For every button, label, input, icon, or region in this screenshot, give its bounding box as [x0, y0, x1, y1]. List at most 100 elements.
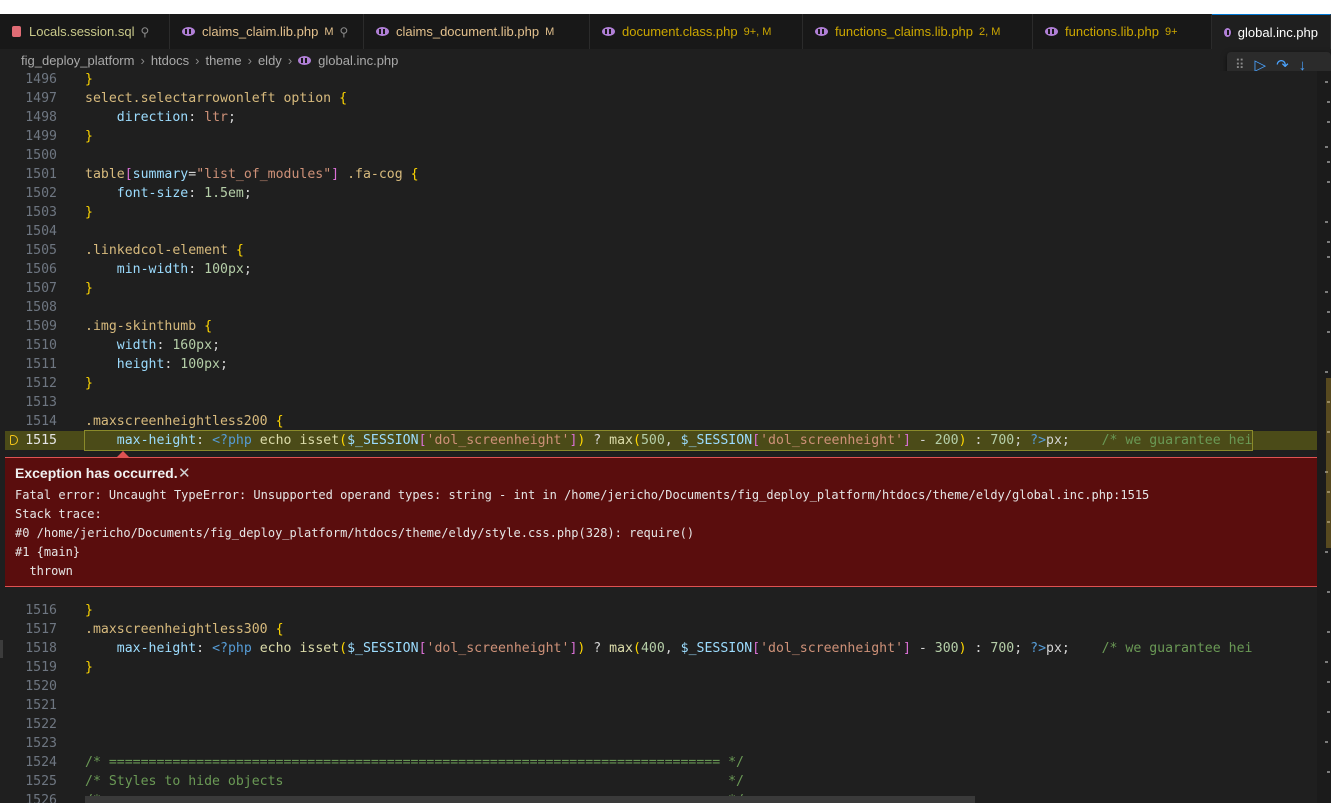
breadcrumb-item[interactable]: eldy	[258, 53, 282, 68]
code-line[interactable]: 1497 select.selectarrowonleft option {	[5, 89, 1317, 108]
code-line[interactable]: 1511 height: 100px;	[5, 355, 1317, 374]
breadcrumb: fig_deploy_platform › htdocs › theme › eldy › gl…	[0, 49, 1331, 71]
code-line[interactable]: 1509 .img-skinthumb {	[5, 317, 1317, 336]
code-line[interactable]: 1510 width: 160px;	[5, 336, 1317, 355]
pin-icon[interactable]: ⚲	[340, 25, 349, 39]
code-token: font-size	[116, 186, 189, 201]
exception-caret	[117, 451, 129, 457]
code-line[interactable]: 1516}	[5, 601, 1317, 620]
exception-widget: Exception has occurred. ✕ Fatal error: U…	[5, 451, 1319, 587]
line-number: 1509	[25, 319, 57, 334]
tab-locals-session-sql[interactable]: Locals.session.sql ⚲	[0, 14, 170, 49]
code-line[interactable]: 1504	[5, 222, 1317, 241]
code-line[interactable]: 1520	[5, 677, 1317, 696]
code-line[interactable]: 1496}	[5, 71, 1317, 89]
code-line[interactable]: 1522	[5, 715, 1317, 734]
code-line[interactable]: 1519}	[5, 658, 1317, 677]
code-line[interactable]: 1515 max-height: <?php echo isset($_SESS…	[5, 430, 1317, 451]
code-token: 'dol_screenheight'	[426, 433, 570, 448]
pin-icon[interactable]: ⚲	[141, 25, 150, 39]
code-line[interactable]: 1508	[5, 298, 1317, 317]
code-text: .maxscreenheightless200 {	[85, 412, 284, 431]
code-token: :	[188, 110, 205, 125]
code-line[interactable]: 1524 /* =================================…	[5, 753, 1317, 772]
overview-mark	[1327, 681, 1330, 683]
tab-global-inc-php[interactable]: global.inc.php	[1212, 14, 1331, 49]
line-number: 1515	[25, 433, 57, 448]
line-number: 1520	[25, 679, 57, 694]
code-token: =	[188, 167, 197, 182]
code-token: ?>	[1030, 433, 1047, 448]
code-text: }	[85, 127, 93, 146]
code-text: table[summary="list_of_modules"] .fa-cog…	[85, 165, 419, 184]
code-editor[interactable]: 1496} 1497 select.selectarrowonleft option…	[5, 71, 1317, 803]
code-text: direction: ltr;	[85, 108, 236, 127]
code-token: ;	[243, 186, 252, 201]
code-line[interactable]: 1517 .maxscreenheightless300 {	[5, 620, 1317, 639]
scrollbar-slider[interactable]	[1326, 378, 1331, 548]
php-icon	[1224, 27, 1231, 37]
overview-mark	[1327, 711, 1330, 713]
tab-status: 2, M	[979, 25, 1001, 38]
code-token: 'dol_screenheight'	[760, 433, 904, 448]
code-text: font-size: 1.5em;	[85, 184, 252, 203]
close-icon[interactable]: ✕	[178, 464, 191, 482]
code-token: :	[164, 357, 181, 372]
code-line[interactable]: 1523	[5, 734, 1317, 753]
code-token: [	[752, 433, 761, 448]
code-line[interactable]: 1507}	[5, 279, 1317, 298]
tab-claims-document-lib-php[interactable]: claims_document.lib.php M	[364, 14, 590, 49]
code-line[interactable]: 1518 max-height: <?php echo isset($_SESS…	[5, 639, 1317, 658]
breadcrumb-item[interactable]: theme	[205, 53, 241, 68]
code-token: 500	[640, 433, 665, 448]
code-token: .fa-cog	[339, 167, 411, 182]
line-number: 1516	[25, 603, 57, 618]
overview-mark	[1325, 371, 1328, 373]
php-icon	[376, 27, 389, 36]
code-token: max	[609, 433, 633, 448]
code-token: :	[188, 186, 205, 201]
code-token: ?>	[1030, 641, 1047, 656]
chevron-right-icon: ›	[247, 52, 252, 68]
tab-claims-claim-lib-php[interactable]: claims_claim.lib.php M ⚲	[170, 14, 364, 49]
tab-functions-claims-lib-php[interactable]: functions_claims.lib.php 2, M	[803, 14, 1033, 49]
tab-functions-lib-php[interactable]: functions.lib.php 9+	[1033, 14, 1212, 49]
php-icon	[1045, 27, 1058, 36]
code-line[interactable]: 1514 .maxscreenheightless200 {	[5, 412, 1317, 431]
tab-label: claims_claim.lib.php	[202, 24, 319, 39]
breadcrumb-item[interactable]: fig_deploy_platform	[21, 53, 134, 68]
window-top-strip	[0, 0, 1331, 14]
code-line[interactable]: 1503}	[5, 203, 1317, 222]
code-token: ;	[212, 338, 221, 353]
code-token: "list_of_modules"	[196, 167, 332, 182]
code-line[interactable]: 1521	[5, 696, 1317, 715]
code-line[interactable]: 1501 table[summary="list_of_modules"] .fa…	[5, 165, 1317, 184]
code-line[interactable]: 1512}	[5, 374, 1317, 393]
code-token: 'dol_screenheight'	[426, 641, 570, 656]
code-line[interactable]: 1498 direction: ltr;	[5, 108, 1317, 127]
code-token: .linkedcol-element	[85, 243, 236, 258]
overview-mark	[1327, 631, 1330, 633]
overview-mark	[1325, 81, 1328, 83]
tab-label: functions.lib.php	[1065, 24, 1159, 39]
code-text: }	[85, 658, 93, 677]
chevron-right-icon: ›	[195, 52, 200, 68]
tab-document-class-php[interactable]: document.class.php 9+, M	[590, 14, 803, 49]
code-token: ]	[331, 167, 340, 182]
code-line[interactable]: 1513	[5, 393, 1317, 412]
code-line[interactable]: 1506 min-width: 100px;	[5, 260, 1317, 279]
horizontal-scrollbar[interactable]	[85, 796, 975, 803]
code-line[interactable]: 1500	[5, 146, 1317, 165]
code-token: -	[910, 641, 935, 656]
breadcrumb-item[interactable]: htdocs	[151, 53, 189, 68]
code-line[interactable]: 1525 /* Styles to hide objects */	[5, 772, 1317, 791]
code-line[interactable]: 1502 font-size: 1.5em;	[5, 184, 1317, 203]
code-line[interactable]: 1505 .linkedcol-element {	[5, 241, 1317, 260]
code-line[interactable]: 1499}	[5, 127, 1317, 146]
php-icon	[815, 27, 828, 36]
breadcrumb-item[interactable]: global.inc.php	[318, 53, 398, 68]
line-number: 1505	[25, 243, 57, 258]
code-token: (	[339, 433, 348, 448]
